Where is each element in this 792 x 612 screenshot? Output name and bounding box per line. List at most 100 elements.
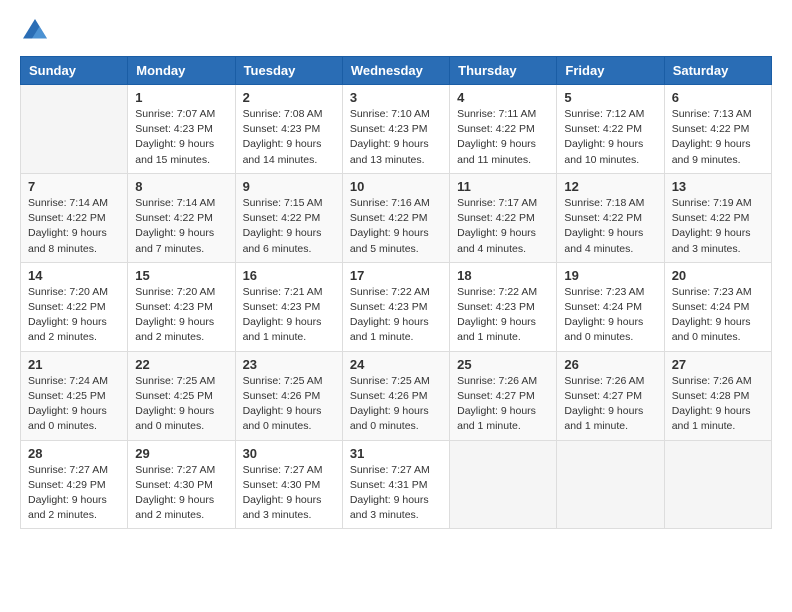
- day-info: Sunrise: 7:15 AM Sunset: 4:22 PM Dayligh…: [243, 196, 335, 257]
- calendar-day-header: Wednesday: [342, 57, 449, 85]
- day-info: Sunrise: 7:27 AM Sunset: 4:29 PM Dayligh…: [28, 463, 120, 524]
- day-number: 5: [564, 90, 656, 105]
- day-number: 27: [672, 357, 764, 372]
- day-number: 24: [350, 357, 442, 372]
- day-number: 16: [243, 268, 335, 283]
- day-info: Sunrise: 7:12 AM Sunset: 4:22 PM Dayligh…: [564, 107, 656, 168]
- calendar-cell: 16 Sunrise: 7:21 AM Sunset: 4:23 PM Dayli…: [235, 262, 342, 351]
- calendar-cell: 8 Sunrise: 7:14 AM Sunset: 4:22 PM Daylig…: [128, 173, 235, 262]
- day-info: Sunrise: 7:24 AM Sunset: 4:25 PM Dayligh…: [28, 374, 120, 435]
- calendar-week-row: 7 Sunrise: 7:14 AM Sunset: 4:22 PM Daylig…: [21, 173, 772, 262]
- day-info: Sunrise: 7:27 AM Sunset: 4:31 PM Dayligh…: [350, 463, 442, 524]
- day-number: 18: [457, 268, 549, 283]
- logo: [20, 16, 54, 46]
- day-number: 13: [672, 179, 764, 194]
- day-number: 1: [135, 90, 227, 105]
- day-info: Sunrise: 7:16 AM Sunset: 4:22 PM Dayligh…: [350, 196, 442, 257]
- day-number: 14: [28, 268, 120, 283]
- day-info: Sunrise: 7:23 AM Sunset: 4:24 PM Dayligh…: [564, 285, 656, 346]
- calendar-cell: [450, 440, 557, 529]
- day-number: 19: [564, 268, 656, 283]
- calendar-week-row: 28 Sunrise: 7:27 AM Sunset: 4:29 PM Dayli…: [21, 440, 772, 529]
- calendar-cell: 3 Sunrise: 7:10 AM Sunset: 4:23 PM Daylig…: [342, 85, 449, 174]
- calendar-cell: 27 Sunrise: 7:26 AM Sunset: 4:28 PM Dayli…: [664, 351, 771, 440]
- calendar-cell: [557, 440, 664, 529]
- day-number: 21: [28, 357, 120, 372]
- day-number: 2: [243, 90, 335, 105]
- day-info: Sunrise: 7:19 AM Sunset: 4:22 PM Dayligh…: [672, 196, 764, 257]
- calendar-day-header: Thursday: [450, 57, 557, 85]
- calendar-cell: 28 Sunrise: 7:27 AM Sunset: 4:29 PM Dayli…: [21, 440, 128, 529]
- day-info: Sunrise: 7:27 AM Sunset: 4:30 PM Dayligh…: [135, 463, 227, 524]
- day-number: 7: [28, 179, 120, 194]
- day-info: Sunrise: 7:10 AM Sunset: 4:23 PM Dayligh…: [350, 107, 442, 168]
- header: [20, 16, 772, 46]
- day-number: 11: [457, 179, 549, 194]
- calendar-day-header: Sunday: [21, 57, 128, 85]
- day-info: Sunrise: 7:25 AM Sunset: 4:25 PM Dayligh…: [135, 374, 227, 435]
- day-info: Sunrise: 7:26 AM Sunset: 4:27 PM Dayligh…: [457, 374, 549, 435]
- day-info: Sunrise: 7:17 AM Sunset: 4:22 PM Dayligh…: [457, 196, 549, 257]
- day-number: 30: [243, 446, 335, 461]
- calendar-cell: 12 Sunrise: 7:18 AM Sunset: 4:22 PM Dayli…: [557, 173, 664, 262]
- calendar-cell: 20Sunrise: 7:23 AM Sunset: 4:24 PM Dayli…: [664, 262, 771, 351]
- calendar-cell: 2 Sunrise: 7:08 AM Sunset: 4:23 PM Daylig…: [235, 85, 342, 174]
- day-info: Sunrise: 7:07 AM Sunset: 4:23 PM Dayligh…: [135, 107, 227, 168]
- calendar-header-row: SundayMondayTuesdayWednesdayThursdayFrid…: [21, 57, 772, 85]
- day-number: 10: [350, 179, 442, 194]
- day-info: Sunrise: 7:25 AM Sunset: 4:26 PM Dayligh…: [243, 374, 335, 435]
- day-info: Sunrise: 7:11 AM Sunset: 4:22 PM Dayligh…: [457, 107, 549, 168]
- calendar-cell: 26Sunrise: 7:26 AM Sunset: 4:27 PM Dayli…: [557, 351, 664, 440]
- day-info: Sunrise: 7:25 AM Sunset: 4:26 PM Dayligh…: [350, 374, 442, 435]
- calendar-cell: 15Sunrise: 7:20 AM Sunset: 4:23 PM Dayli…: [128, 262, 235, 351]
- day-info: Sunrise: 7:20 AM Sunset: 4:22 PM Dayligh…: [28, 285, 120, 346]
- calendar-cell: 10 Sunrise: 7:16 AM Sunset: 4:22 PM Dayli…: [342, 173, 449, 262]
- calendar-cell: 24 Sunrise: 7:25 AM Sunset: 4:26 PM Dayli…: [342, 351, 449, 440]
- calendar-cell: 5 Sunrise: 7:12 AM Sunset: 4:22 PM Daylig…: [557, 85, 664, 174]
- day-number: 12: [564, 179, 656, 194]
- calendar-cell: 7 Sunrise: 7:14 AM Sunset: 4:22 PM Daylig…: [21, 173, 128, 262]
- day-info: Sunrise: 7:18 AM Sunset: 4:22 PM Dayligh…: [564, 196, 656, 257]
- calendar-cell: 13 Sunrise: 7:19 AM Sunset: 4:22 PM Dayli…: [664, 173, 771, 262]
- logo-icon: [20, 16, 50, 46]
- calendar-cell: 19 Sunrise: 7:23 AM Sunset: 4:24 PM Dayli…: [557, 262, 664, 351]
- calendar-cell: [21, 85, 128, 174]
- day-info: Sunrise: 7:08 AM Sunset: 4:23 PM Dayligh…: [243, 107, 335, 168]
- day-info: Sunrise: 7:23 AM Sunset: 4:24 PM Dayligh…: [672, 285, 764, 346]
- day-info: Sunrise: 7:26 AM Sunset: 4:28 PM Dayligh…: [672, 374, 764, 435]
- day-number: 23: [243, 357, 335, 372]
- day-number: 9: [243, 179, 335, 194]
- calendar-cell: 23 Sunrise: 7:25 AM Sunset: 4:26 PM Dayli…: [235, 351, 342, 440]
- calendar-cell: 14 Sunrise: 7:20 AM Sunset: 4:22 PM Dayli…: [21, 262, 128, 351]
- calendar-week-row: 21 Sunrise: 7:24 AM Sunset: 4:25 PM Dayli…: [21, 351, 772, 440]
- calendar: SundayMondayTuesdayWednesdayThursdayFrid…: [20, 56, 772, 529]
- calendar-day-header: Saturday: [664, 57, 771, 85]
- calendar-cell: 25 Sunrise: 7:26 AM Sunset: 4:27 PM Dayli…: [450, 351, 557, 440]
- day-info: Sunrise: 7:27 AM Sunset: 4:30 PM Dayligh…: [243, 463, 335, 524]
- calendar-cell: [664, 440, 771, 529]
- day-number: 3: [350, 90, 442, 105]
- calendar-day-header: Tuesday: [235, 57, 342, 85]
- day-number: 17: [350, 268, 442, 283]
- day-number: 6: [672, 90, 764, 105]
- day-number: 25: [457, 357, 549, 372]
- day-number: 31: [350, 446, 442, 461]
- day-info: Sunrise: 7:21 AM Sunset: 4:23 PM Dayligh…: [243, 285, 335, 346]
- day-number: 28: [28, 446, 120, 461]
- day-info: Sunrise: 7:14 AM Sunset: 4:22 PM Dayligh…: [135, 196, 227, 257]
- calendar-cell: 11 Sunrise: 7:17 AM Sunset: 4:22 PM Dayli…: [450, 173, 557, 262]
- calendar-cell: 21 Sunrise: 7:24 AM Sunset: 4:25 PM Dayli…: [21, 351, 128, 440]
- calendar-cell: 1 Sunrise: 7:07 AM Sunset: 4:23 PM Daylig…: [128, 85, 235, 174]
- calendar-cell: 31 Sunrise: 7:27 AM Sunset: 4:31 PM Dayli…: [342, 440, 449, 529]
- calendar-cell: 17 Sunrise: 7:22 AM Sunset: 4:23 PM Dayli…: [342, 262, 449, 351]
- day-info: Sunrise: 7:22 AM Sunset: 4:23 PM Dayligh…: [350, 285, 442, 346]
- day-info: Sunrise: 7:13 AM Sunset: 4:22 PM Dayligh…: [672, 107, 764, 168]
- calendar-week-row: 14 Sunrise: 7:20 AM Sunset: 4:22 PM Dayli…: [21, 262, 772, 351]
- calendar-day-header: Friday: [557, 57, 664, 85]
- day-number: 8: [135, 179, 227, 194]
- day-info: Sunrise: 7:26 AM Sunset: 4:27 PM Dayligh…: [564, 374, 656, 435]
- calendar-cell: 9 Sunrise: 7:15 AM Sunset: 4:22 PM Daylig…: [235, 173, 342, 262]
- day-info: Sunrise: 7:14 AM Sunset: 4:22 PM Dayligh…: [28, 196, 120, 257]
- calendar-cell: 6 Sunrise: 7:13 AM Sunset: 4:22 PM Daylig…: [664, 85, 771, 174]
- calendar-cell: 4Sunrise: 7:11 AM Sunset: 4:22 PM Daylig…: [450, 85, 557, 174]
